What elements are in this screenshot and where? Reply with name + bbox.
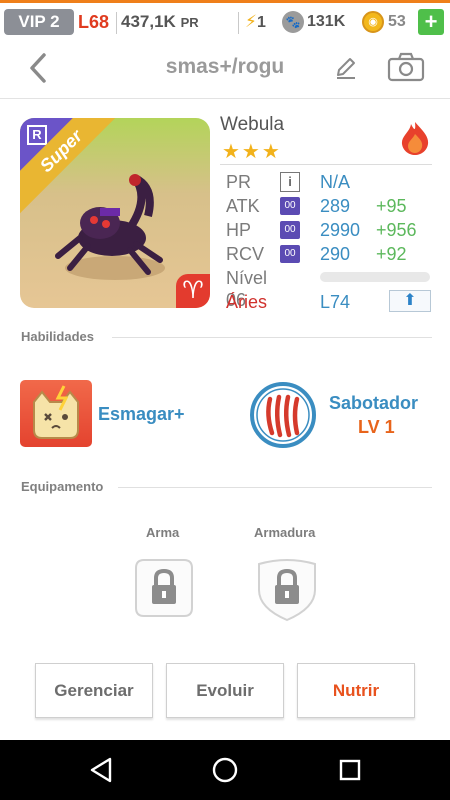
total-power-unit: PR xyxy=(180,15,199,30)
vip-badge[interactable]: VIP 2 xyxy=(4,9,74,35)
stat-bonus: +956 xyxy=(376,220,417,240)
chevron-left-icon xyxy=(30,53,46,83)
star-rating: ★★★ xyxy=(222,141,282,163)
evolve-button[interactable]: Evoluir xyxy=(166,663,284,718)
divider xyxy=(238,12,239,34)
page-title: smas+/rogu xyxy=(165,55,285,78)
page-header: smas+/rogu xyxy=(0,37,450,99)
energy-counter[interactable]: ⚡1 xyxy=(245,9,266,36)
stat-tag: 00 xyxy=(280,221,300,239)
monster-name: Webula xyxy=(220,114,285,135)
stat-value: 289 xyxy=(320,196,351,216)
fire-icon xyxy=(398,120,432,156)
weapon-label: Arma xyxy=(146,525,180,540)
stat-value: 290 xyxy=(320,244,351,264)
stat-label: RCV xyxy=(226,244,265,264)
skill-sabotage-icon[interactable] xyxy=(249,381,317,449)
stat-value: 2990 xyxy=(320,220,361,240)
arrow-up-icon: ⬆ xyxy=(403,292,417,309)
divider xyxy=(116,12,117,34)
feed-button[interactable]: Nutrir xyxy=(297,663,415,718)
camera-button[interactable] xyxy=(386,51,426,83)
lightning-icon: ⚡ xyxy=(245,12,257,31)
nav-back-icon[interactable] xyxy=(88,756,116,784)
skill-name[interactable]: Esmagar+ xyxy=(98,404,185,425)
stat-bonus: +92 xyxy=(376,244,407,264)
equipment-section-title: Equipamento xyxy=(21,479,104,494)
system-nav-bar xyxy=(0,740,450,800)
max-level: L74 xyxy=(320,292,351,312)
total-power: 437,1K PR xyxy=(121,9,199,36)
armor-label: Armadura xyxy=(254,525,316,540)
nav-home-icon[interactable] xyxy=(211,756,239,784)
total-power-value: 437,1K xyxy=(121,12,176,31)
sign-name: Áries xyxy=(226,292,268,312)
pencil-icon xyxy=(337,58,355,79)
stat-tag: 00 xyxy=(280,197,300,215)
manage-button[interactable]: Gerenciar xyxy=(35,663,153,718)
back-button[interactable] xyxy=(24,51,54,85)
edit-button[interactable] xyxy=(333,55,359,81)
divider xyxy=(220,164,432,165)
monster-portrait[interactable]: R Super ♈ xyxy=(20,118,210,308)
level-progress-bar xyxy=(320,272,430,282)
skills-section-title: Habilidades xyxy=(21,329,94,344)
stat-label: PR xyxy=(226,172,252,192)
stat-value: N/A xyxy=(320,172,351,192)
stat-label: HP xyxy=(226,220,252,240)
lock-icon xyxy=(135,559,193,617)
paw-counter[interactable]: 131K xyxy=(307,9,345,35)
lock-icon xyxy=(258,559,316,622)
skill-crush-icon[interactable] xyxy=(20,380,92,447)
coin-counter[interactable]: 53 xyxy=(388,9,406,35)
stat-label: ATK xyxy=(226,196,260,216)
skill-name[interactable]: Sabotador xyxy=(329,393,418,414)
divider xyxy=(112,337,432,338)
coin-icon: ◉ xyxy=(362,11,384,33)
info-icon[interactable]: i xyxy=(280,172,300,192)
paw-icon: 🐾 xyxy=(282,11,304,33)
player-level: L68 xyxy=(78,12,110,32)
level-up-button[interactable]: ⬆ xyxy=(389,290,431,312)
camera-icon xyxy=(387,52,425,82)
add-coins-button[interactable]: + xyxy=(418,9,444,35)
weapon-slot[interactable] xyxy=(130,554,198,622)
energy-value: 1 xyxy=(256,14,266,31)
aries-sign-icon: ♈ xyxy=(176,274,210,308)
stat-bonus: +95 xyxy=(376,196,407,216)
nav-recents-icon[interactable] xyxy=(336,756,364,784)
divider xyxy=(118,487,432,488)
status-bar: VIP 2 L68 437,1K PR ⚡1 🐾 131K ◉ 53 + xyxy=(0,0,450,37)
rank-badge: R xyxy=(27,125,47,145)
armor-slot[interactable] xyxy=(253,554,321,622)
stat-tag: 00 xyxy=(280,245,300,263)
skill-level: LV 1 xyxy=(358,417,395,437)
